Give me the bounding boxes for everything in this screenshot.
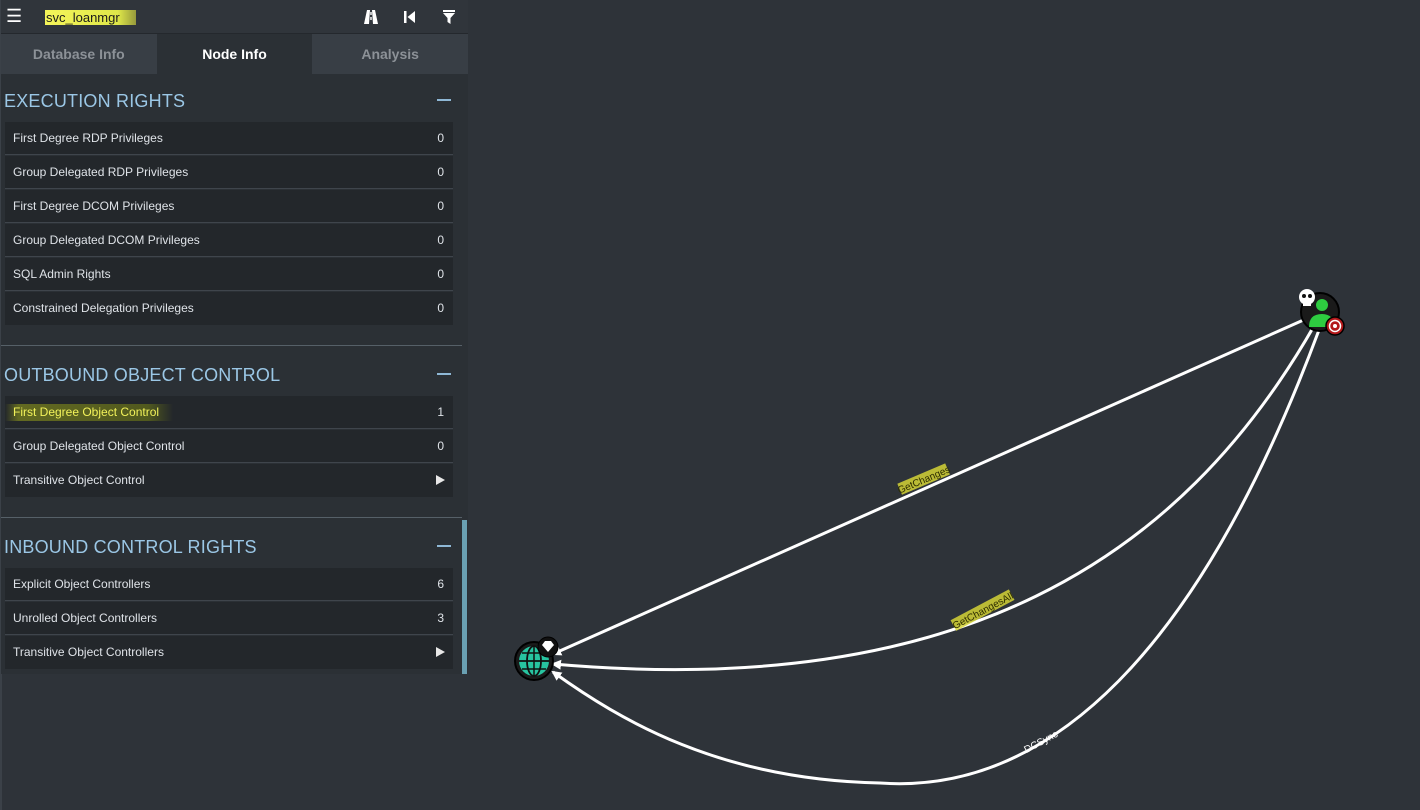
panel-scrollbar[interactable] bbox=[462, 520, 467, 674]
row-label: Group Delegated RDP Privileges bbox=[13, 165, 189, 179]
row-label: First Degree RDP Privileges bbox=[13, 131, 163, 145]
row-label: Transitive Object Controllers bbox=[13, 645, 164, 659]
tab-database-info[interactable]: Database Info bbox=[1, 34, 157, 74]
list-item[interactable]: Group Delegated RDP Privileges 0 bbox=[5, 156, 453, 189]
road-icon[interactable] bbox=[360, 6, 382, 28]
edge-getchanges[interactable] bbox=[551, 316, 1309, 656]
list-item[interactable]: Unrolled Object Controllers 3 bbox=[5, 602, 453, 635]
row-label: Constrained Delegation Privileges bbox=[13, 301, 194, 315]
section-divider bbox=[1, 345, 462, 346]
list-item[interactable]: SQL Admin Rights 0 bbox=[5, 258, 453, 291]
row-label: Group Delegated DCOM Privileges bbox=[13, 233, 200, 247]
list-item[interactable]: First Degree Object Control 1 bbox=[5, 396, 453, 429]
domain-node[interactable] bbox=[514, 636, 559, 681]
section-inbound-control-rights[interactable]: INBOUND CONTROL RIGHTS bbox=[4, 533, 459, 563]
row-value: 6 bbox=[437, 577, 444, 591]
row-value: 0 bbox=[437, 199, 444, 213]
diamond-icon bbox=[537, 636, 559, 658]
tab-node-info[interactable]: Node Info bbox=[156, 34, 313, 74]
list-item[interactable]: Explicit Object Controllers 6 bbox=[5, 568, 453, 601]
edge-dcsync[interactable] bbox=[551, 329, 1321, 786]
row-label: SQL Admin Rights bbox=[13, 267, 111, 281]
list-item[interactable]: Transitive Object Control bbox=[5, 464, 453, 497]
section-title: EXECUTION RIGHTS bbox=[4, 91, 186, 111]
section-divider bbox=[1, 517, 462, 518]
row-label: Explicit Object Controllers bbox=[13, 577, 151, 591]
row-value: 0 bbox=[437, 301, 444, 315]
row-label: Transitive Object Control bbox=[13, 473, 145, 487]
node-info-content[interactable]: EXECUTION RIGHTS First Degree RDP Privil… bbox=[1, 74, 468, 674]
collapse-icon[interactable] bbox=[437, 373, 451, 375]
row-value: 0 bbox=[437, 131, 444, 145]
row-value: 0 bbox=[437, 439, 444, 453]
play-arrow-icon[interactable] bbox=[436, 647, 445, 657]
edge-getchangesall[interactable] bbox=[551, 325, 1316, 672]
section-outbound-object-control[interactable]: OUTBOUND OBJECT CONTROL bbox=[4, 361, 459, 391]
row-value: 0 bbox=[437, 233, 444, 247]
row-label: First Degree DCOM Privileges bbox=[13, 199, 175, 213]
list-item[interactable]: Transitive Object Controllers bbox=[5, 636, 453, 669]
row-value: 3 bbox=[437, 611, 444, 625]
collapse-icon[interactable] bbox=[437, 99, 451, 101]
row-value: 0 bbox=[437, 267, 444, 281]
section-title: OUTBOUND OBJECT CONTROL bbox=[4, 365, 281, 385]
section-execution-rights[interactable]: EXECUTION RIGHTS bbox=[4, 87, 459, 117]
list-item[interactable]: First Degree RDP Privileges 0 bbox=[5, 122, 453, 155]
row-label: First Degree Object Control bbox=[5, 404, 174, 421]
hamburger-menu-icon[interactable]: ☰ bbox=[6, 6, 22, 26]
list-item[interactable]: First Degree DCOM Privileges 0 bbox=[5, 190, 453, 223]
row-label: Unrolled Object Controllers bbox=[13, 611, 158, 625]
play-arrow-icon[interactable] bbox=[436, 475, 445, 485]
panel-tabs: Database Info Node Info Analysis bbox=[1, 34, 468, 74]
search-input[interactable]: svc_loanmgr bbox=[45, 10, 136, 25]
search-bar: ☰ svc_loanmgr bbox=[1, 0, 468, 34]
node-info-panel: ☰ svc_loanmgr Database Info Node Info An… bbox=[1, 0, 468, 674]
target-icon bbox=[1325, 316, 1345, 336]
user-node[interactable] bbox=[1299, 289, 1345, 336]
skip-back-icon[interactable] bbox=[399, 6, 421, 28]
list-item[interactable]: Group Delegated Object Control 0 bbox=[5, 430, 453, 463]
row-value: 1 bbox=[437, 405, 444, 419]
collapse-icon[interactable] bbox=[437, 545, 451, 547]
tab-analysis[interactable]: Analysis bbox=[312, 34, 468, 74]
section-title: INBOUND CONTROL RIGHTS bbox=[4, 537, 257, 557]
list-item[interactable]: Constrained Delegation Privileges 0 bbox=[5, 292, 453, 325]
row-label: Group Delegated Object Control bbox=[13, 439, 185, 453]
edge-label-dcsync: DCSync bbox=[1022, 729, 1060, 756]
row-value: 0 bbox=[437, 165, 444, 179]
filter-icon[interactable] bbox=[438, 6, 460, 28]
list-item[interactable]: Group Delegated DCOM Privileges 0 bbox=[5, 224, 453, 257]
